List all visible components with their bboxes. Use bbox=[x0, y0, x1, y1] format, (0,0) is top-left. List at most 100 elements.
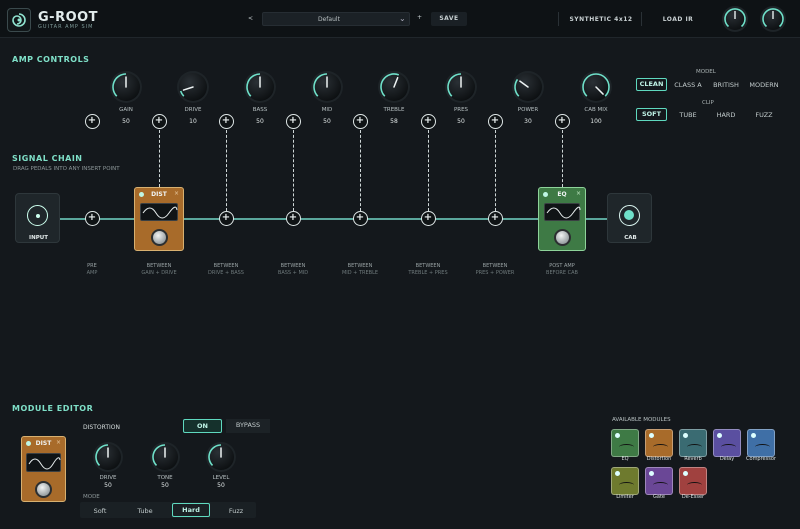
knob-drive[interactable] bbox=[177, 71, 209, 103]
bypass-button[interactable]: BYPASS bbox=[226, 419, 270, 433]
prev-preset-button[interactable]: < bbox=[248, 15, 254, 22]
knob-value: 10 bbox=[189, 118, 197, 125]
amp-insert-button[interactable]: + bbox=[487, 114, 503, 129]
knob-value: 50 bbox=[122, 118, 130, 125]
amp-controls-title: AMP CONTROLS bbox=[12, 55, 90, 64]
amp-insert-button[interactable]: + bbox=[285, 114, 301, 129]
chain-insert-button[interactable]: + bbox=[285, 211, 301, 226]
knob-cab-mix[interactable] bbox=[580, 71, 612, 103]
mode-soft-button[interactable]: Soft bbox=[80, 507, 120, 515]
amp-insert-button[interactable]: + bbox=[420, 114, 436, 129]
footswitch[interactable] bbox=[151, 229, 168, 246]
insert-label: BETWEEN bbox=[280, 263, 306, 269]
chain-eq-pedal[interactable]: EQ × bbox=[538, 187, 586, 251]
model-class-a-button[interactable]: CLASS A bbox=[670, 81, 706, 89]
amp-insert-button[interactable]: + bbox=[218, 114, 234, 129]
insert-link-line bbox=[562, 130, 563, 187]
mode-tube-button[interactable]: Tube bbox=[125, 507, 165, 515]
editor-knob-level[interactable] bbox=[206, 442, 236, 472]
remove-pedal-button[interactable]: × bbox=[576, 190, 581, 197]
knob-label: TREBLE bbox=[383, 107, 405, 113]
chain-insert-button[interactable]: + bbox=[487, 211, 503, 226]
chain-insert-button[interactable]: + bbox=[84, 211, 100, 226]
cabinet-label: SYNTHETIC 4x12 bbox=[569, 16, 633, 23]
module-tile-eq[interactable] bbox=[611, 429, 639, 457]
module-name: DISTORTION bbox=[83, 424, 120, 431]
input-jack-icon bbox=[27, 205, 48, 226]
knob-gain[interactable] bbox=[110, 71, 142, 103]
clip-hard-button[interactable]: HARD bbox=[708, 111, 744, 119]
signal-chain-title: SIGNAL CHAIN bbox=[12, 154, 83, 163]
module-tile-distortion[interactable] bbox=[645, 429, 673, 457]
chain-insert-button[interactable]: + bbox=[218, 211, 234, 226]
amp-insert-button[interactable]: + bbox=[352, 114, 368, 129]
clip-fuzz-button[interactable]: FUZZ bbox=[746, 111, 782, 119]
insert-label: BETWEEN bbox=[482, 263, 508, 269]
knob-label: BASS bbox=[252, 107, 268, 113]
speaker-icon bbox=[619, 205, 640, 226]
module-tile-compressor[interactable] bbox=[747, 429, 775, 457]
editor-knob-drive[interactable] bbox=[93, 442, 123, 472]
waveform-icon bbox=[26, 453, 61, 472]
knob-label: CAB MIX bbox=[584, 107, 608, 113]
amp-insert-button[interactable]: + bbox=[151, 114, 167, 129]
clip-soft-button[interactable]: SOFT bbox=[636, 108, 667, 121]
knob-value: 30 bbox=[524, 118, 532, 125]
knob-label: MID bbox=[321, 107, 333, 113]
clip-tube-button[interactable]: TUBE bbox=[670, 111, 706, 119]
knob-label: DRIVE bbox=[184, 107, 202, 113]
knob-mid[interactable] bbox=[311, 71, 343, 103]
remove-pedal-button[interactable]: × bbox=[174, 190, 179, 197]
cabinet-select[interactable]: SYNTHETIC 4x12 bbox=[558, 12, 642, 26]
output-volume-knob[interactable] bbox=[760, 6, 786, 32]
input-node[interactable]: INPUT bbox=[15, 193, 60, 243]
knob-power[interactable] bbox=[512, 71, 544, 103]
insert-sublabel: TREBLE + PRES bbox=[408, 270, 448, 276]
new-preset-button[interactable]: + bbox=[417, 14, 423, 21]
chain-insert-button[interactable]: + bbox=[352, 211, 368, 226]
cab-node[interactable]: CAB bbox=[607, 193, 652, 243]
knob-label: TONE bbox=[157, 475, 173, 481]
amp-insert-button[interactable]: + bbox=[554, 114, 570, 129]
save-button[interactable]: SAVE bbox=[431, 12, 467, 26]
knob-label: PRES bbox=[453, 107, 469, 113]
knob-value: 50 bbox=[457, 118, 465, 125]
knob-pres[interactable] bbox=[445, 71, 477, 103]
model-british-button[interactable]: BRITISH bbox=[708, 81, 744, 89]
amp-insert-button[interactable]: + bbox=[84, 114, 100, 129]
available-modules-title: AVAILABLE MODULES bbox=[612, 417, 671, 423]
on-button[interactable]: ON bbox=[183, 419, 222, 433]
footswitch[interactable] bbox=[554, 229, 571, 246]
input-gain-knob[interactable] bbox=[722, 6, 748, 32]
insert-sublabel: PRES + POWER bbox=[475, 270, 515, 276]
preset-select[interactable]: Default ⌄ bbox=[262, 12, 410, 26]
module-tile-delay[interactable] bbox=[713, 429, 741, 457]
footswitch[interactable] bbox=[35, 481, 52, 498]
knob-value: 50 bbox=[323, 118, 331, 125]
model-clean-button[interactable]: CLEAN bbox=[636, 78, 667, 91]
close-icon[interactable]: × bbox=[56, 439, 61, 446]
knob-value: 58 bbox=[390, 118, 398, 125]
module-tile-reverb[interactable] bbox=[679, 429, 707, 457]
knob-treble[interactable] bbox=[378, 71, 410, 103]
model-modern-button[interactable]: MODERN bbox=[746, 81, 782, 89]
knob-label: LEVEL bbox=[212, 475, 230, 481]
chain-dist-pedal[interactable]: DIST × bbox=[134, 187, 184, 251]
insert-label: BETWEEN bbox=[415, 263, 441, 269]
app-window: G-ROOT GUITAR AMP SIM < Default ⌄ + SAVE… bbox=[0, 0, 800, 529]
load-ir-button[interactable]: LOAD IR bbox=[648, 16, 708, 23]
insert-sublabel: AMP bbox=[86, 270, 98, 276]
mode-hard-button[interactable]: Hard bbox=[172, 503, 210, 517]
preset-value: Default bbox=[318, 16, 340, 23]
module-tile-gate[interactable] bbox=[645, 467, 673, 495]
insert-link-line bbox=[360, 130, 361, 211]
knob-bass[interactable] bbox=[244, 71, 276, 103]
mode-fuzz-button[interactable]: Fuzz bbox=[216, 507, 256, 515]
chain-insert-button[interactable]: + bbox=[420, 211, 436, 226]
module-tile-de-esser[interactable] bbox=[679, 467, 707, 495]
module-tile-limiter[interactable] bbox=[611, 467, 639, 495]
chevron-down-icon: ⌄ bbox=[399, 14, 406, 23]
clip-label: CLIP bbox=[702, 100, 714, 106]
knob-value: 50 bbox=[256, 118, 264, 125]
editor-knob-tone[interactable] bbox=[150, 442, 180, 472]
